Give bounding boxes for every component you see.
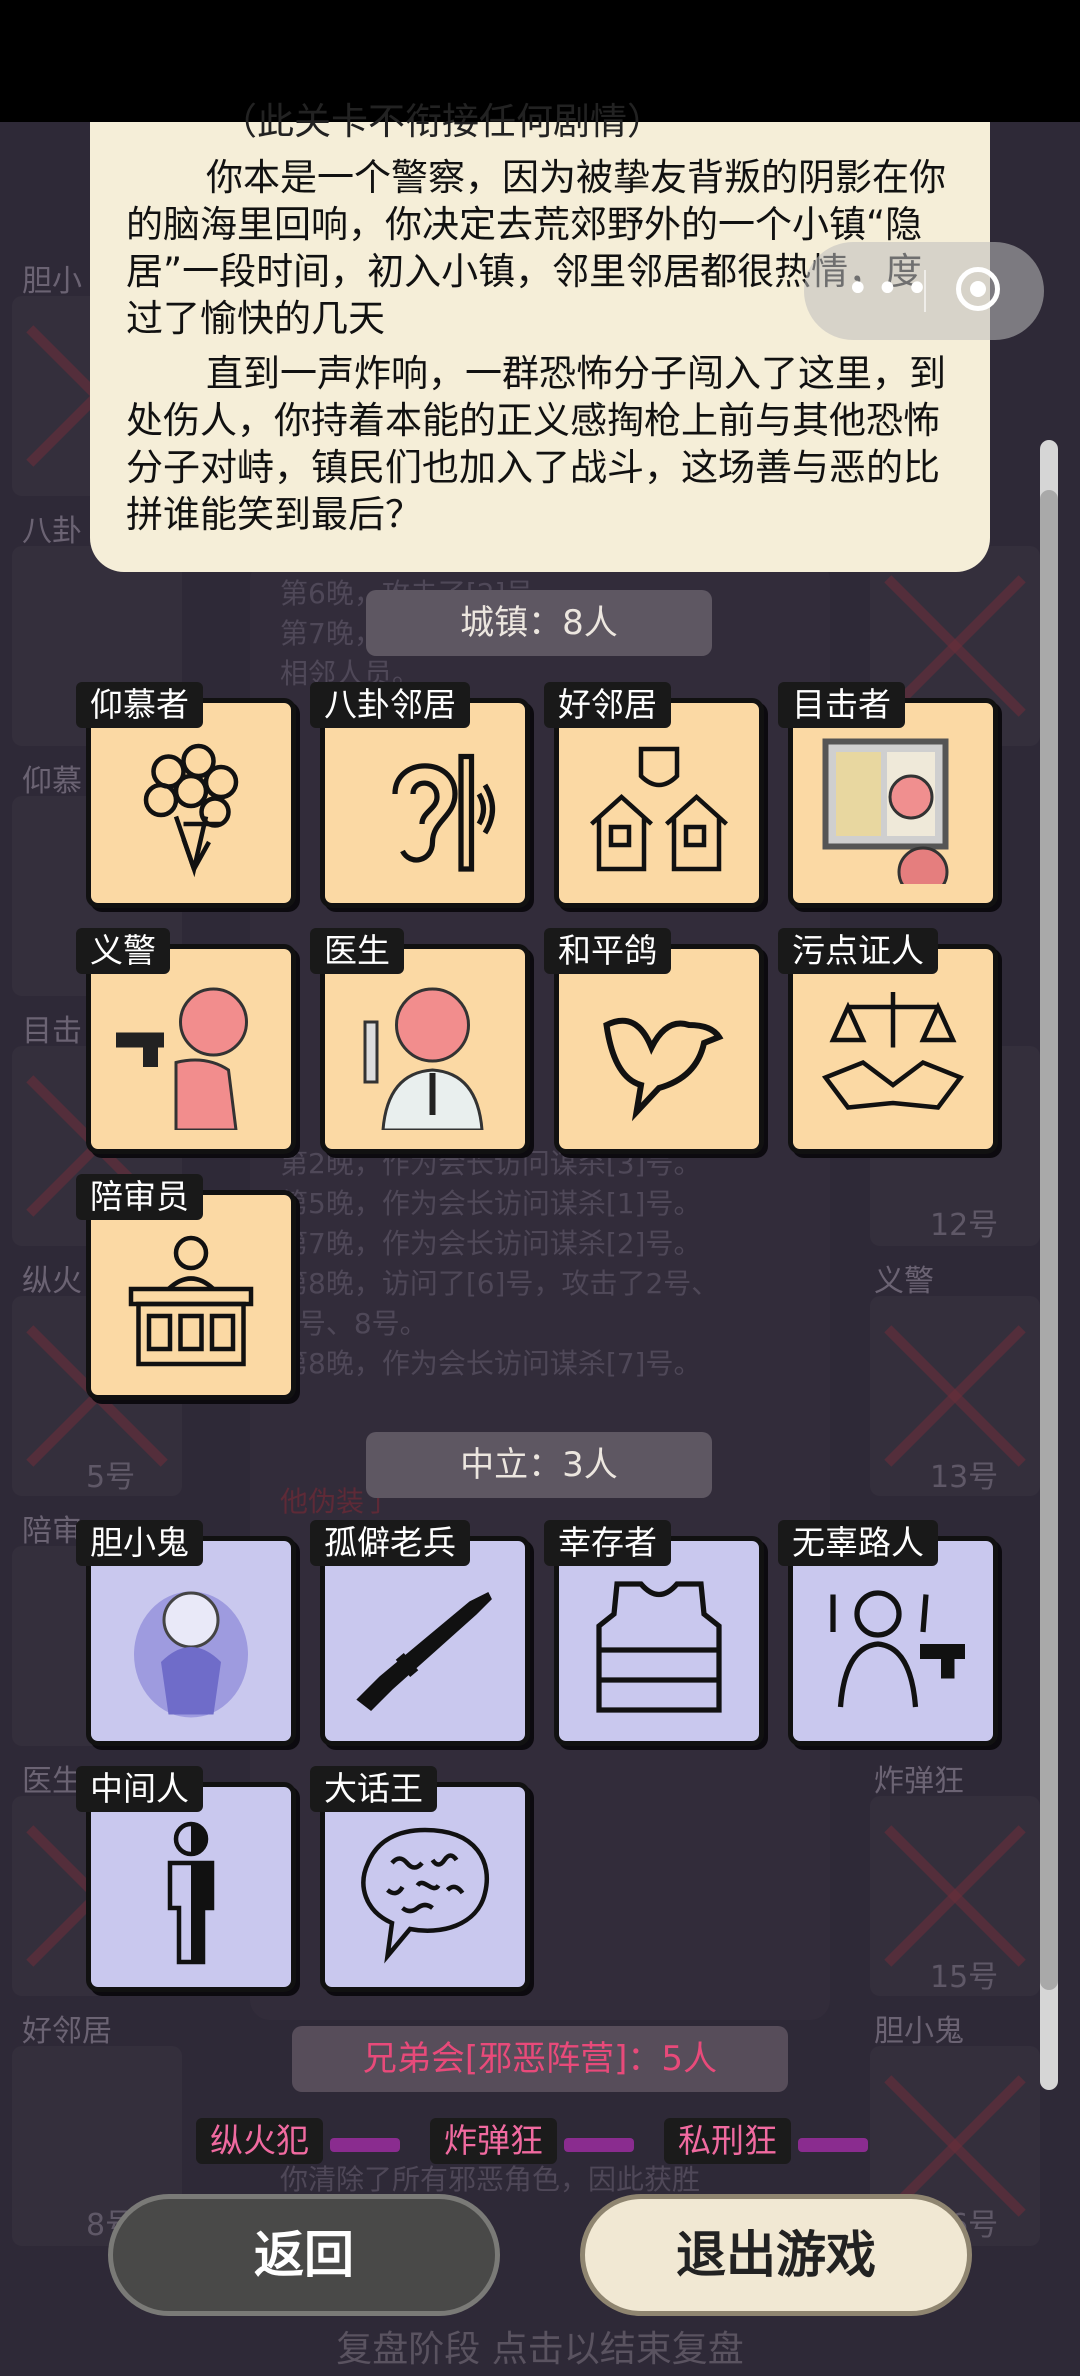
bg-number: 15号 [930,1960,999,1995]
role-card-gossip-neighbor[interactable]: 八卦邻居 [310,682,530,908]
role-name: 无辜路人 [778,1520,938,1566]
bg-label: 炸弹狂 [874,1764,964,1799]
role-card-juror[interactable]: 陪审员 [76,1174,296,1400]
speech-bubble-icon [361,1827,490,1964]
evil-role-bar [798,2138,868,2152]
jury-icon [128,1235,254,1367]
story-card: （此关卡不衔接任何剧情） 你本是一个警察，因为被挚友背叛的阴影在你的脑海里回响，… [90,100,990,572]
role-name: 和平鸽 [544,928,671,974]
gun-figure-icon [116,987,248,1130]
role-card-braggart[interactable]: 大话王 [310,1766,530,1992]
role-name: 大话王 [310,1766,437,1812]
review-hint[interactable]: 复盘阶段 点击以结束复盘 [0,2320,1080,2372]
bg-label: 好邻居 [22,2014,112,2049]
role-card-coward[interactable]: 胆小鬼 [76,1520,296,1746]
town-header: 城镇：8人 [366,590,712,656]
bg-log-line: 你清除了所有邪恶角色，因此获胜 [280,2163,701,2196]
bg-number: 13号 [930,1460,999,1495]
bg-log-line: 第5晚，作为会长访问谋杀[1]号。 [280,1187,702,1220]
role-card-lone-veteran[interactable]: 孤僻老兵 [310,1520,530,1746]
story-cut-line: （此关卡不衔接任何剧情） [220,100,664,143]
role-name: 陪审员 [76,1174,203,1220]
evil-role-bar [330,2138,400,2152]
bg-label: 医生 [22,1764,82,1799]
half-figure-icon [167,1821,215,1965]
houses-icon [589,746,729,872]
bg-number: 12号 [930,1208,999,1243]
bg-log-line: 第8晚，访问了[6]号，攻击了2号、 [280,1267,720,1300]
bg-label: 八卦 [22,514,82,549]
bouquet-icon [143,743,239,878]
role-name: 污点证人 [778,928,938,974]
bg-number: 5号 [86,1460,136,1495]
vest-icon [596,1581,722,1713]
bg-log-line: 第7晚，作为会长访问谋杀[2]号。 [280,1227,702,1260]
more-dots-icon[interactable]: ••• [846,269,935,309]
window-icon [822,738,949,884]
role-card-tainted-witness[interactable]: 污点证人 [778,928,998,1154]
doctor-icon [363,987,484,1130]
ear-icon [392,753,496,872]
role-name: 中间人 [76,1766,203,1812]
target-icon[interactable] [956,267,1000,311]
evil-header: 兄弟会[邪恶阵营]：5人 [292,2026,788,2092]
story-paragraph-2: 直到一声炸响，一群恐怖分子闯入了这里，到处伤人，你持着本能的正义感掏枪上前与其他… [126,352,946,536]
evil-role-bar [564,2138,634,2152]
bg-log-line: 第8晚，作为会长访问谋杀[7]号。 [280,1347,702,1380]
role-name: 义警 [76,928,170,974]
role-card-peace-dove[interactable]: 和平鸽 [544,928,764,1154]
bg-label: 胆小鬼 [874,2014,964,2049]
evil-role-lyncher[interactable]: 私刑狂 [664,2118,791,2164]
role-name: 幸存者 [544,1520,671,1566]
role-card-vigilante[interactable]: 义警 [76,928,296,1154]
role-name: 好邻居 [544,682,671,728]
neutral-header: 中立：3人 [366,1432,712,1498]
role-card-survivor[interactable]: 幸存者 [544,1520,764,1746]
evil-role-arsonist[interactable]: 纵火犯 [196,2118,323,2164]
rifle-icon [356,1591,492,1711]
role-name: 仰慕者 [76,682,203,728]
bg-label: 仰慕 [22,764,82,799]
role-name: 孤僻老兵 [310,1520,470,1566]
bg-label: 陪审 [22,1514,82,1549]
role-card-doctor[interactable]: 医生 [310,928,530,1154]
mini-program-capsule: ••• [804,242,1044,340]
role-card-admirer[interactable]: 仰慕者 [76,682,296,908]
role-card-middleman[interactable]: 中间人 [76,1766,296,1992]
bg-label: 目击 [22,1014,82,1049]
evil-role-bomber[interactable]: 炸弹狂 [430,2118,557,2164]
role-name: 胆小鬼 [76,1520,203,1566]
bg-label: 胆小 [22,264,82,299]
role-name: 医生 [310,928,404,974]
back-button[interactable]: 返回 [108,2194,500,2316]
scrollbar-thumb[interactable] [1040,490,1058,1990]
role-card-good-neighbor[interactable]: 好邻居 [544,682,764,908]
capsule-divider [924,270,926,312]
role-name: 目击者 [778,682,905,728]
scales-icon [821,992,965,1110]
dove-icon [603,1017,724,1122]
ghost-icon [134,1591,248,1718]
role-card-witness[interactable]: 目击者 [778,682,998,908]
quit-game-button[interactable]: 退出游戏 [580,2194,972,2316]
bg-label: 纵火 [22,1264,82,1299]
bg-log-line: 5号、8号。 [280,1307,428,1340]
hostage-icon [830,1590,965,1708]
role-name: 八卦邻居 [310,682,470,728]
role-card-innocent-bystander[interactable]: 无辜路人 [778,1520,998,1746]
bg-label: 义警 [874,1264,934,1299]
